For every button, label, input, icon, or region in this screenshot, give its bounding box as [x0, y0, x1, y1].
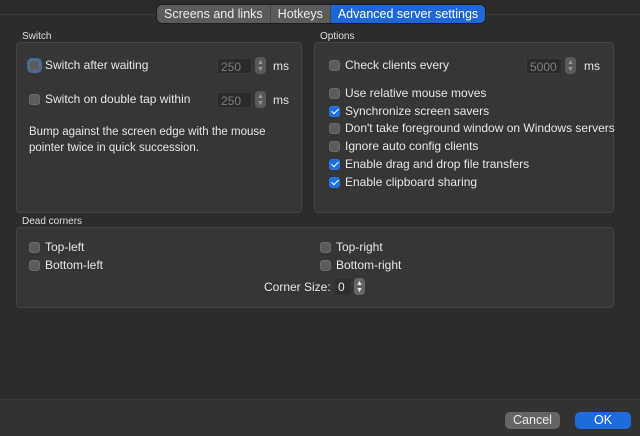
checkbox-box[interactable] [329, 87, 340, 99]
corner-size-spinbox[interactable]: 0 ▲ ▼ [335, 278, 365, 295]
check-clients-checkbox[interactable]: Check clients every [329, 58, 449, 72]
ok-button[interactable]: OK [575, 412, 631, 429]
option-drag-drop[interactable]: Enable drag and drop file transfers [329, 157, 529, 171]
dead-corners-group-title: Dead corners [22, 216, 83, 227]
check-clients-value[interactable]: 5000 [526, 57, 562, 74]
checkbox-box[interactable] [320, 259, 331, 271]
switch-after-waiting-value[interactable]: 250 [217, 57, 252, 74]
checkbox-box[interactable] [29, 241, 40, 253]
switch-group-title: Switch [22, 31, 52, 42]
option-label: Enable clipboard sharing [345, 175, 478, 189]
option-ignore-auto-config[interactable]: Ignore auto config clients [329, 139, 478, 153]
corner-top-left-label: Top-left [45, 240, 85, 254]
stepper-arrows-icon[interactable]: ▲ ▼ [565, 57, 576, 74]
dead-corners-group: Top-left Top-right Bottom-left Bottom-ri… [16, 227, 614, 308]
switch-double-tap-unit: ms [273, 93, 289, 107]
option-no-foreground-window[interactable]: Don't take foreground window on Windows … [329, 121, 615, 135]
switch-double-tap-value[interactable]: 250 [217, 91, 252, 108]
switch-double-tap-spinbox[interactable]: 250 ▲ ▼ [217, 91, 266, 108]
check-clients-unit: ms [584, 59, 600, 73]
checkbox-box[interactable] [29, 93, 40, 105]
switch-double-tap-checkbox[interactable]: Switch on double tap within [29, 92, 190, 106]
checkbox-box[interactable] [329, 122, 340, 134]
checkbox-box[interactable] [29, 259, 40, 271]
option-label: Enable drag and drop file transfers [345, 157, 530, 171]
corner-top-right-checkbox[interactable]: Top-right [320, 240, 383, 254]
switch-after-waiting-checkbox[interactable]: Switch after waiting [29, 58, 148, 72]
options-group: Check clients every 5000 ▲ ▼ ms Use relat… [314, 42, 615, 213]
checkbox-checked-icon[interactable] [329, 176, 340, 188]
option-clipboard-sharing[interactable]: Enable clipboard sharing [329, 175, 477, 189]
corner-top-right-label: Top-right [336, 240, 383, 254]
switch-group: Switch after waiting 250 ▲ ▼ ms Switch on… [16, 42, 302, 213]
corner-size-value[interactable]: 0 [335, 278, 351, 295]
tab-advanced-server-settings[interactable]: Advanced server settings [330, 5, 486, 23]
corner-top-left-checkbox[interactable]: Top-left [29, 240, 84, 254]
stepper-arrows-icon[interactable]: ▲ ▼ [255, 57, 266, 74]
checkbox-box[interactable] [329, 59, 340, 71]
options-group-title: Options [320, 31, 355, 42]
double-tap-help-text: Bump against the screen edge with the mo… [29, 126, 266, 154]
switch-double-tap-label: Switch on double tap within [45, 92, 191, 106]
checkbox-box[interactable] [320, 241, 331, 253]
checkbox-checked-icon[interactable] [329, 158, 340, 170]
corner-bottom-right-checkbox[interactable]: Bottom-right [320, 258, 401, 272]
tab-screens-and-links[interactable]: Screens and links [157, 5, 271, 23]
check-clients-spinbox[interactable]: 5000 ▲ ▼ [526, 57, 576, 74]
corner-bottom-left-label: Bottom-left [45, 258, 104, 272]
cancel-button[interactable]: Cancel [505, 412, 560, 429]
checkbox-checked-icon[interactable] [329, 105, 340, 117]
option-relative-mouse[interactable]: Use relative mouse moves [329, 86, 486, 100]
option-label: Synchronize screen savers [345, 104, 490, 118]
tab-hotkeys[interactable]: Hotkeys [271, 5, 331, 23]
stepper-arrows-icon[interactable]: ▲ ▼ [354, 278, 365, 295]
switch-after-waiting-label: Switch after waiting [45, 58, 149, 72]
stepper-arrows-icon[interactable]: ▲ ▼ [255, 91, 266, 108]
checkbox-box[interactable] [329, 140, 340, 152]
option-sync-screensavers[interactable]: Synchronize screen savers [329, 104, 489, 118]
checkbox-box[interactable] [29, 59, 40, 71]
switch-after-waiting-unit: ms [273, 59, 289, 73]
check-clients-label: Check clients every [345, 58, 450, 72]
corner-bottom-left-checkbox[interactable]: Bottom-left [29, 258, 103, 272]
switch-after-waiting-spinbox[interactable]: 250 ▲ ▼ [217, 57, 266, 74]
option-label: Ignore auto config clients [345, 139, 479, 153]
tab-bar: Screens and links Hotkeys Advanced serve… [157, 5, 486, 23]
option-label: Use relative mouse moves [345, 86, 487, 100]
corner-size-label: Corner Size: [264, 280, 331, 294]
option-label: Don't take foreground window on Windows … [345, 121, 615, 135]
corner-bottom-right-label: Bottom-right [336, 258, 402, 272]
tab-content-frame: Switch Switch after waiting 250 ▲ ▼ ms Sw… [0, 14, 640, 400]
